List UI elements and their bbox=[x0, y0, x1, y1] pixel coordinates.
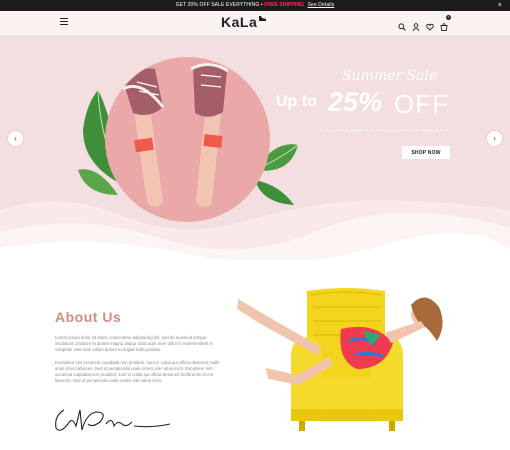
user-icon[interactable] bbox=[412, 18, 420, 31]
dotted-divider bbox=[326, 130, 448, 131]
logo-text: KaLa bbox=[221, 14, 258, 30]
cart-count-badge: 0 bbox=[446, 15, 451, 20]
summer-sale-heading: Summer Sale bbox=[342, 68, 438, 84]
about-image-chair bbox=[225, 285, 455, 445]
logo-shoe-icon bbox=[258, 14, 267, 24]
woman-on-yellow-armchair-image bbox=[225, 288, 443, 431]
see-details-link[interactable]: See Details bbox=[308, 2, 335, 8]
shop-now-button[interactable]: SHOP NOW bbox=[402, 146, 450, 159]
next-slide-button[interactable]: › bbox=[487, 131, 502, 146]
cart-icon[interactable]: 0 bbox=[440, 15, 451, 31]
header-icons: 0 bbox=[398, 15, 451, 31]
hero-image-circle bbox=[105, 57, 270, 222]
close-icon[interactable]: × bbox=[498, 0, 502, 11]
about-paragraph-2: Excepteur sint occaecat cupidatat non pr… bbox=[55, 360, 220, 383]
site-header: KaLa 0 bbox=[0, 11, 510, 35]
about-paragraph-1: Lorem ipsum dolor sit amet, consectetur … bbox=[55, 335, 213, 352]
announcement-bar: GET 20% OFF SALE EVERYTHING • FREE SHIPP… bbox=[0, 0, 510, 11]
announcement-text: GET 20% OFF SALE EVERYTHING bbox=[175, 2, 260, 8]
off-label: OFF bbox=[394, 89, 449, 119]
signature-image bbox=[55, 409, 171, 431]
site-logo[interactable]: KaLa bbox=[221, 14, 267, 30]
sneakers-legs-image bbox=[122, 62, 229, 207]
announcement-separator: • bbox=[260, 2, 263, 8]
free-shipping-label: FREE SHIPPING bbox=[264, 2, 305, 8]
search-icon[interactable] bbox=[398, 18, 406, 31]
hero-slider: Summer Sale Up to 25% OFF SHOP NOW ‹ › bbox=[0, 35, 510, 260]
menu-icon[interactable] bbox=[60, 18, 68, 26]
up-to-label: Up to bbox=[276, 93, 317, 110]
prev-slide-button[interactable]: ‹ bbox=[8, 131, 23, 146]
discount-percent: 25% bbox=[328, 87, 383, 117]
about-us-heading: About Us bbox=[55, 309, 122, 325]
heart-icon[interactable] bbox=[426, 18, 434, 31]
